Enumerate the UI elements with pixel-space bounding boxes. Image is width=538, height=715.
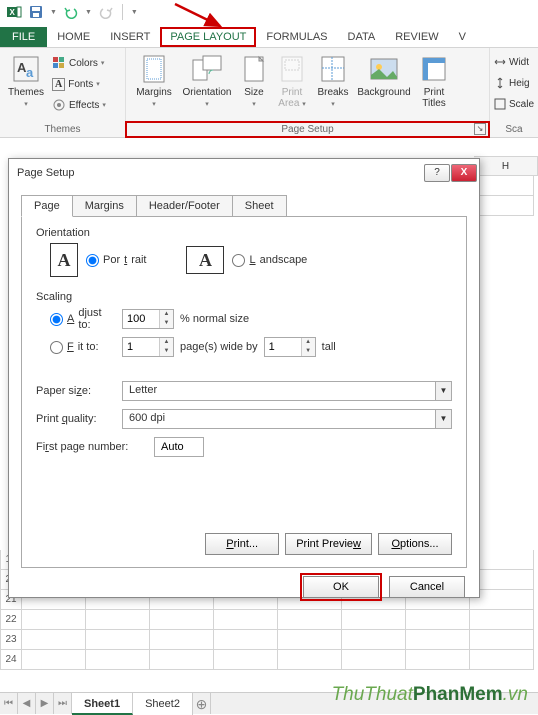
tab-formulas[interactable]: FORMULAS: [256, 27, 337, 47]
margins-button[interactable]: Margins▾: [130, 51, 178, 122]
dialog-title: Page Setup: [17, 167, 75, 179]
print-area-button[interactable]: PrintArea ▾: [272, 51, 312, 122]
quick-access-toolbar: X ▼ ▼ ▼: [0, 0, 538, 24]
nav-first-icon[interactable]: ⏮: [0, 693, 18, 714]
portrait-radio[interactable]: Portrait: [86, 254, 146, 267]
tab-sheet[interactable]: Sheet: [232, 195, 287, 217]
fit-wide-label: page(s) wide by: [180, 341, 258, 353]
svg-text:X: X: [10, 8, 16, 17]
fit-tall-label: tall: [322, 341, 336, 353]
cancel-button[interactable]: Cancel: [389, 576, 465, 598]
orientation-label: Orientation: [36, 227, 452, 239]
group-themes-label: Themes: [0, 122, 125, 137]
fit-to-radio[interactable]: Fit to:: [50, 341, 116, 354]
row-header[interactable]: 23: [0, 630, 22, 650]
print-titles-button[interactable]: PrintTitles: [414, 51, 454, 122]
tab-insert[interactable]: INSERT: [100, 27, 160, 47]
tab-page-layout[interactable]: PAGE LAYOUT: [160, 27, 256, 47]
sheet-tab-2[interactable]: Sheet2: [133, 693, 193, 715]
group-themes: Aa Themes▾ Colors▾ AFonts▾ Effects▾ Them…: [0, 48, 126, 137]
scaling-label: Scaling: [36, 291, 452, 303]
adjust-to-radio[interactable]: Adjust to:: [50, 307, 116, 331]
redo-icon[interactable]: [98, 4, 114, 20]
first-page-label: First page number:: [36, 441, 146, 453]
dialog-titlebar[interactable]: Page Setup ? X: [9, 159, 479, 187]
col-header-h[interactable]: H: [474, 156, 538, 176]
save-icon[interactable]: [28, 4, 44, 20]
ribbon: Aa Themes▾ Colors▾ AFonts▾ Effects▾ Them…: [0, 48, 538, 138]
nav-prev-icon[interactable]: ◀: [18, 693, 36, 714]
tab-page[interactable]: Page: [21, 195, 73, 217]
dialog-tabs: Page Margins Header/Footer Sheet: [9, 187, 479, 217]
fit-wide-spinner[interactable]: ▲▼: [122, 337, 174, 357]
save-caret[interactable]: ▼: [50, 9, 57, 16]
print-quality-label: Print quality:: [36, 413, 114, 425]
excel-icon: X: [6, 4, 22, 20]
tab-home[interactable]: HOME: [47, 27, 100, 47]
qat-customize[interactable]: ▼: [131, 9, 138, 16]
nav-last-icon[interactable]: ⏭: [54, 693, 72, 714]
print-button[interactable]: Print...: [205, 533, 279, 555]
fonts-button[interactable]: AFonts▾: [52, 74, 106, 94]
tab-view-cut[interactable]: V: [449, 27, 476, 47]
page-setup-launcher[interactable]: ↘: [474, 123, 486, 135]
ok-button[interactable]: OK: [303, 576, 379, 598]
breaks-button[interactable]: Breaks▾: [312, 51, 354, 122]
group-page-setup: Margins▾ Orientation▾ Size▾ PrintArea ▾ …: [126, 48, 490, 137]
sheet-tab-1[interactable]: Sheet1: [72, 693, 133, 715]
background-button[interactable]: Background: [354, 51, 414, 122]
ribbon-tabs: FILE HOME INSERT PAGE LAYOUT FORMULAS DA…: [0, 24, 538, 48]
scale-row[interactable]: Scale: [494, 94, 534, 114]
size-button[interactable]: Size▾: [236, 51, 272, 122]
adjust-suffix: % normal size: [180, 313, 249, 325]
close-button[interactable]: X: [451, 164, 477, 182]
new-sheet-icon[interactable]: ⊕: [193, 693, 211, 714]
effects-button[interactable]: Effects▾: [52, 95, 106, 115]
tab-header-footer[interactable]: Header/Footer: [136, 195, 233, 217]
portrait-icon: A: [50, 243, 78, 277]
page-setup-dialog: Page Setup ? X Page Margins Header/Foote…: [8, 158, 480, 598]
chevron-down-icon[interactable]: ▼: [435, 410, 451, 428]
dialog-body: Orientation A Portrait A Landscape Scali…: [21, 216, 467, 568]
group-scale-label: Sca: [490, 122, 538, 137]
tab-data[interactable]: DATA: [338, 27, 386, 47]
group-page-setup-label: Page Setup ↘: [126, 122, 489, 137]
undo-icon[interactable]: [63, 4, 79, 20]
themes-button[interactable]: Aa Themes▾: [4, 51, 48, 122]
height-row[interactable]: Heig: [494, 73, 534, 93]
help-button[interactable]: ?: [424, 164, 450, 182]
chevron-down-icon[interactable]: ▼: [435, 382, 451, 400]
tab-review[interactable]: REVIEW: [385, 27, 448, 47]
landscape-radio[interactable]: Landscape: [232, 254, 307, 267]
sheet-tab-bar: ⏮ ◀ ▶ ⏭ Sheet1 Sheet2 ⊕: [0, 692, 538, 714]
landscape-icon: A: [186, 246, 224, 274]
nav-next-icon[interactable]: ▶: [36, 693, 54, 714]
fit-tall-spinner[interactable]: ▲▼: [264, 337, 316, 357]
paper-size-label: Paper size:: [36, 385, 114, 397]
tab-margins[interactable]: Margins: [72, 195, 137, 217]
options-button[interactable]: Options...: [378, 533, 452, 555]
paper-size-combo[interactable]: Letter▼: [122, 381, 452, 401]
svg-text:a: a: [26, 65, 34, 80]
group-scale: Widt Heig Scale Sca: [490, 48, 538, 137]
print-preview-button[interactable]: Print Preview: [285, 533, 372, 555]
row-header[interactable]: 24: [0, 650, 22, 670]
tab-file[interactable]: FILE: [0, 27, 47, 47]
first-page-input[interactable]: [154, 437, 204, 457]
orientation-button[interactable]: Orientation▾: [178, 51, 236, 122]
print-quality-combo[interactable]: 600 dpi▼: [122, 409, 452, 429]
row-header[interactable]: 22: [0, 610, 22, 630]
width-row[interactable]: Widt: [494, 52, 534, 72]
colors-button[interactable]: Colors▾: [52, 53, 106, 73]
adjust-spinner[interactable]: ▲▼: [122, 309, 174, 329]
undo-caret[interactable]: ▼: [85, 9, 92, 16]
